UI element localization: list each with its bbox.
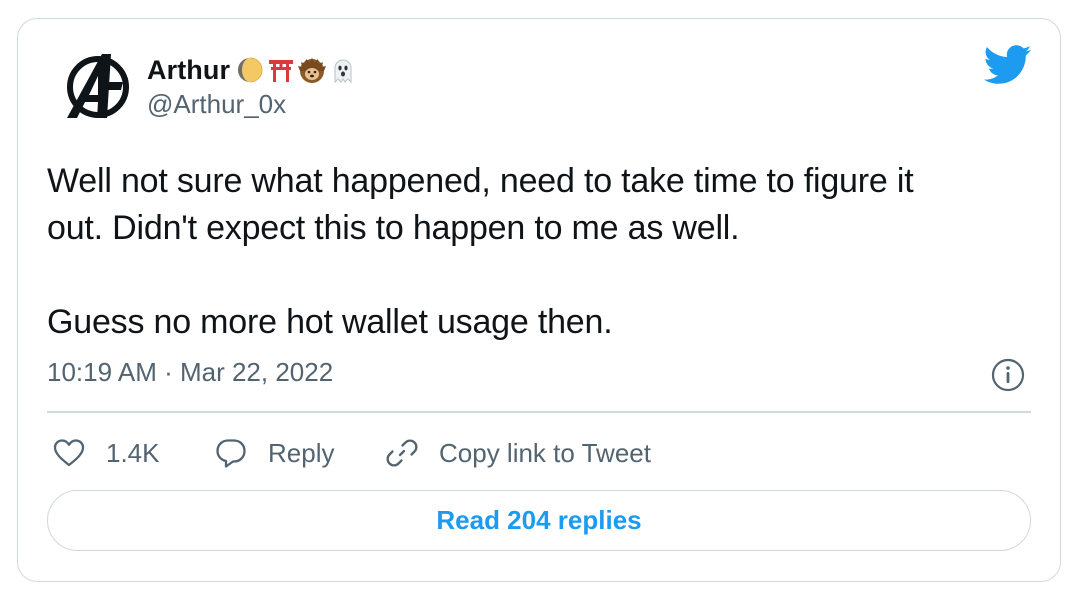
reply-bubble-icon [216,439,246,468]
torii-gate-emoji-icon [269,60,294,82]
like-count: 1.4K [106,437,160,468]
tweet-text: Well not sure what happened, need to tak… [47,158,1037,346]
heart-icon [53,439,85,467]
author-handle[interactable]: @Arthur_0x [147,89,286,120]
ghost-emoji-icon [334,59,352,84]
tweet-text-line: Guess no more hot wallet usage then. [47,303,613,341]
read-replies-button[interactable]: Read 204 replies [47,490,1031,551]
twitter-logo[interactable] [984,45,1032,85]
avengers-logo-icon [67,54,129,118]
reply-label: Reply [268,437,335,468]
twitter-bird-icon [984,45,1032,84]
info-button[interactable] [990,357,1026,393]
copy-link-button[interactable]: Copy link to Tweet [385,432,651,474]
author-display-name[interactable]: Arthur [147,55,230,86]
tweet-timestamp[interactable]: 10:19 AM · Mar 22, 2022 [47,357,333,388]
tweet-text-line: out. Didn't expect this to happen to me … [47,209,740,247]
link-icon [386,439,418,467]
copy-link-label: Copy link to Tweet [439,437,651,468]
like-button[interactable]: 1.4K [52,432,160,474]
hedgehog-emoji-icon [298,58,327,83]
avatar[interactable] [63,52,133,122]
moon-emoji-icon [238,57,263,83]
reply-button[interactable]: Reply [214,432,334,474]
tweet-text-line: Well not sure what happened, need to tak… [47,162,914,200]
author-name-row[interactable]: Arthur [147,50,357,90]
info-icon [991,358,1025,392]
name-emojis [236,56,357,84]
divider [47,411,1031,413]
